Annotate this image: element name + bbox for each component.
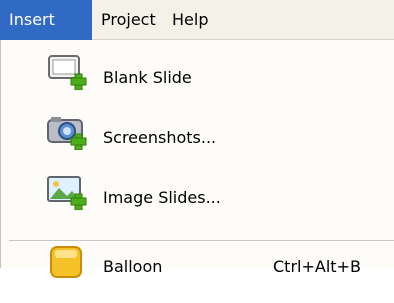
menu-item-screenshots[interactable]: Screenshots... <box>1 108 394 166</box>
menu-bar: Insert Project Help <box>0 0 394 40</box>
menu-help[interactable]: Help <box>163 0 217 40</box>
menu-insert[interactable]: Insert <box>0 0 92 40</box>
menu-item-label: Balloon <box>103 257 163 276</box>
blank-slide-add-icon <box>45 52 95 91</box>
image-add-icon <box>45 172 95 211</box>
insert-dropdown-menu: Blank Slide Screenshots... Image Slides.… <box>0 40 394 278</box>
balloon-icon <box>45 245 95 283</box>
menu-separator <box>9 240 394 241</box>
menu-item-image-slides[interactable]: Image Slides... <box>1 168 394 226</box>
menu-project[interactable]: Project <box>92 0 165 40</box>
menu-item-label: Blank Slide <box>103 68 192 87</box>
menu-item-shortcut: Ctrl+Alt+B <box>273 257 361 276</box>
menu-item-blank-slide[interactable]: Blank Slide <box>1 48 394 106</box>
camera-add-icon <box>45 112 95 151</box>
menu-item-label: Screenshots... <box>103 128 217 147</box>
menu-item-balloon[interactable]: Balloon Ctrl+Alt+B <box>1 245 394 303</box>
menu-item-label: Image Slides... <box>103 188 221 207</box>
